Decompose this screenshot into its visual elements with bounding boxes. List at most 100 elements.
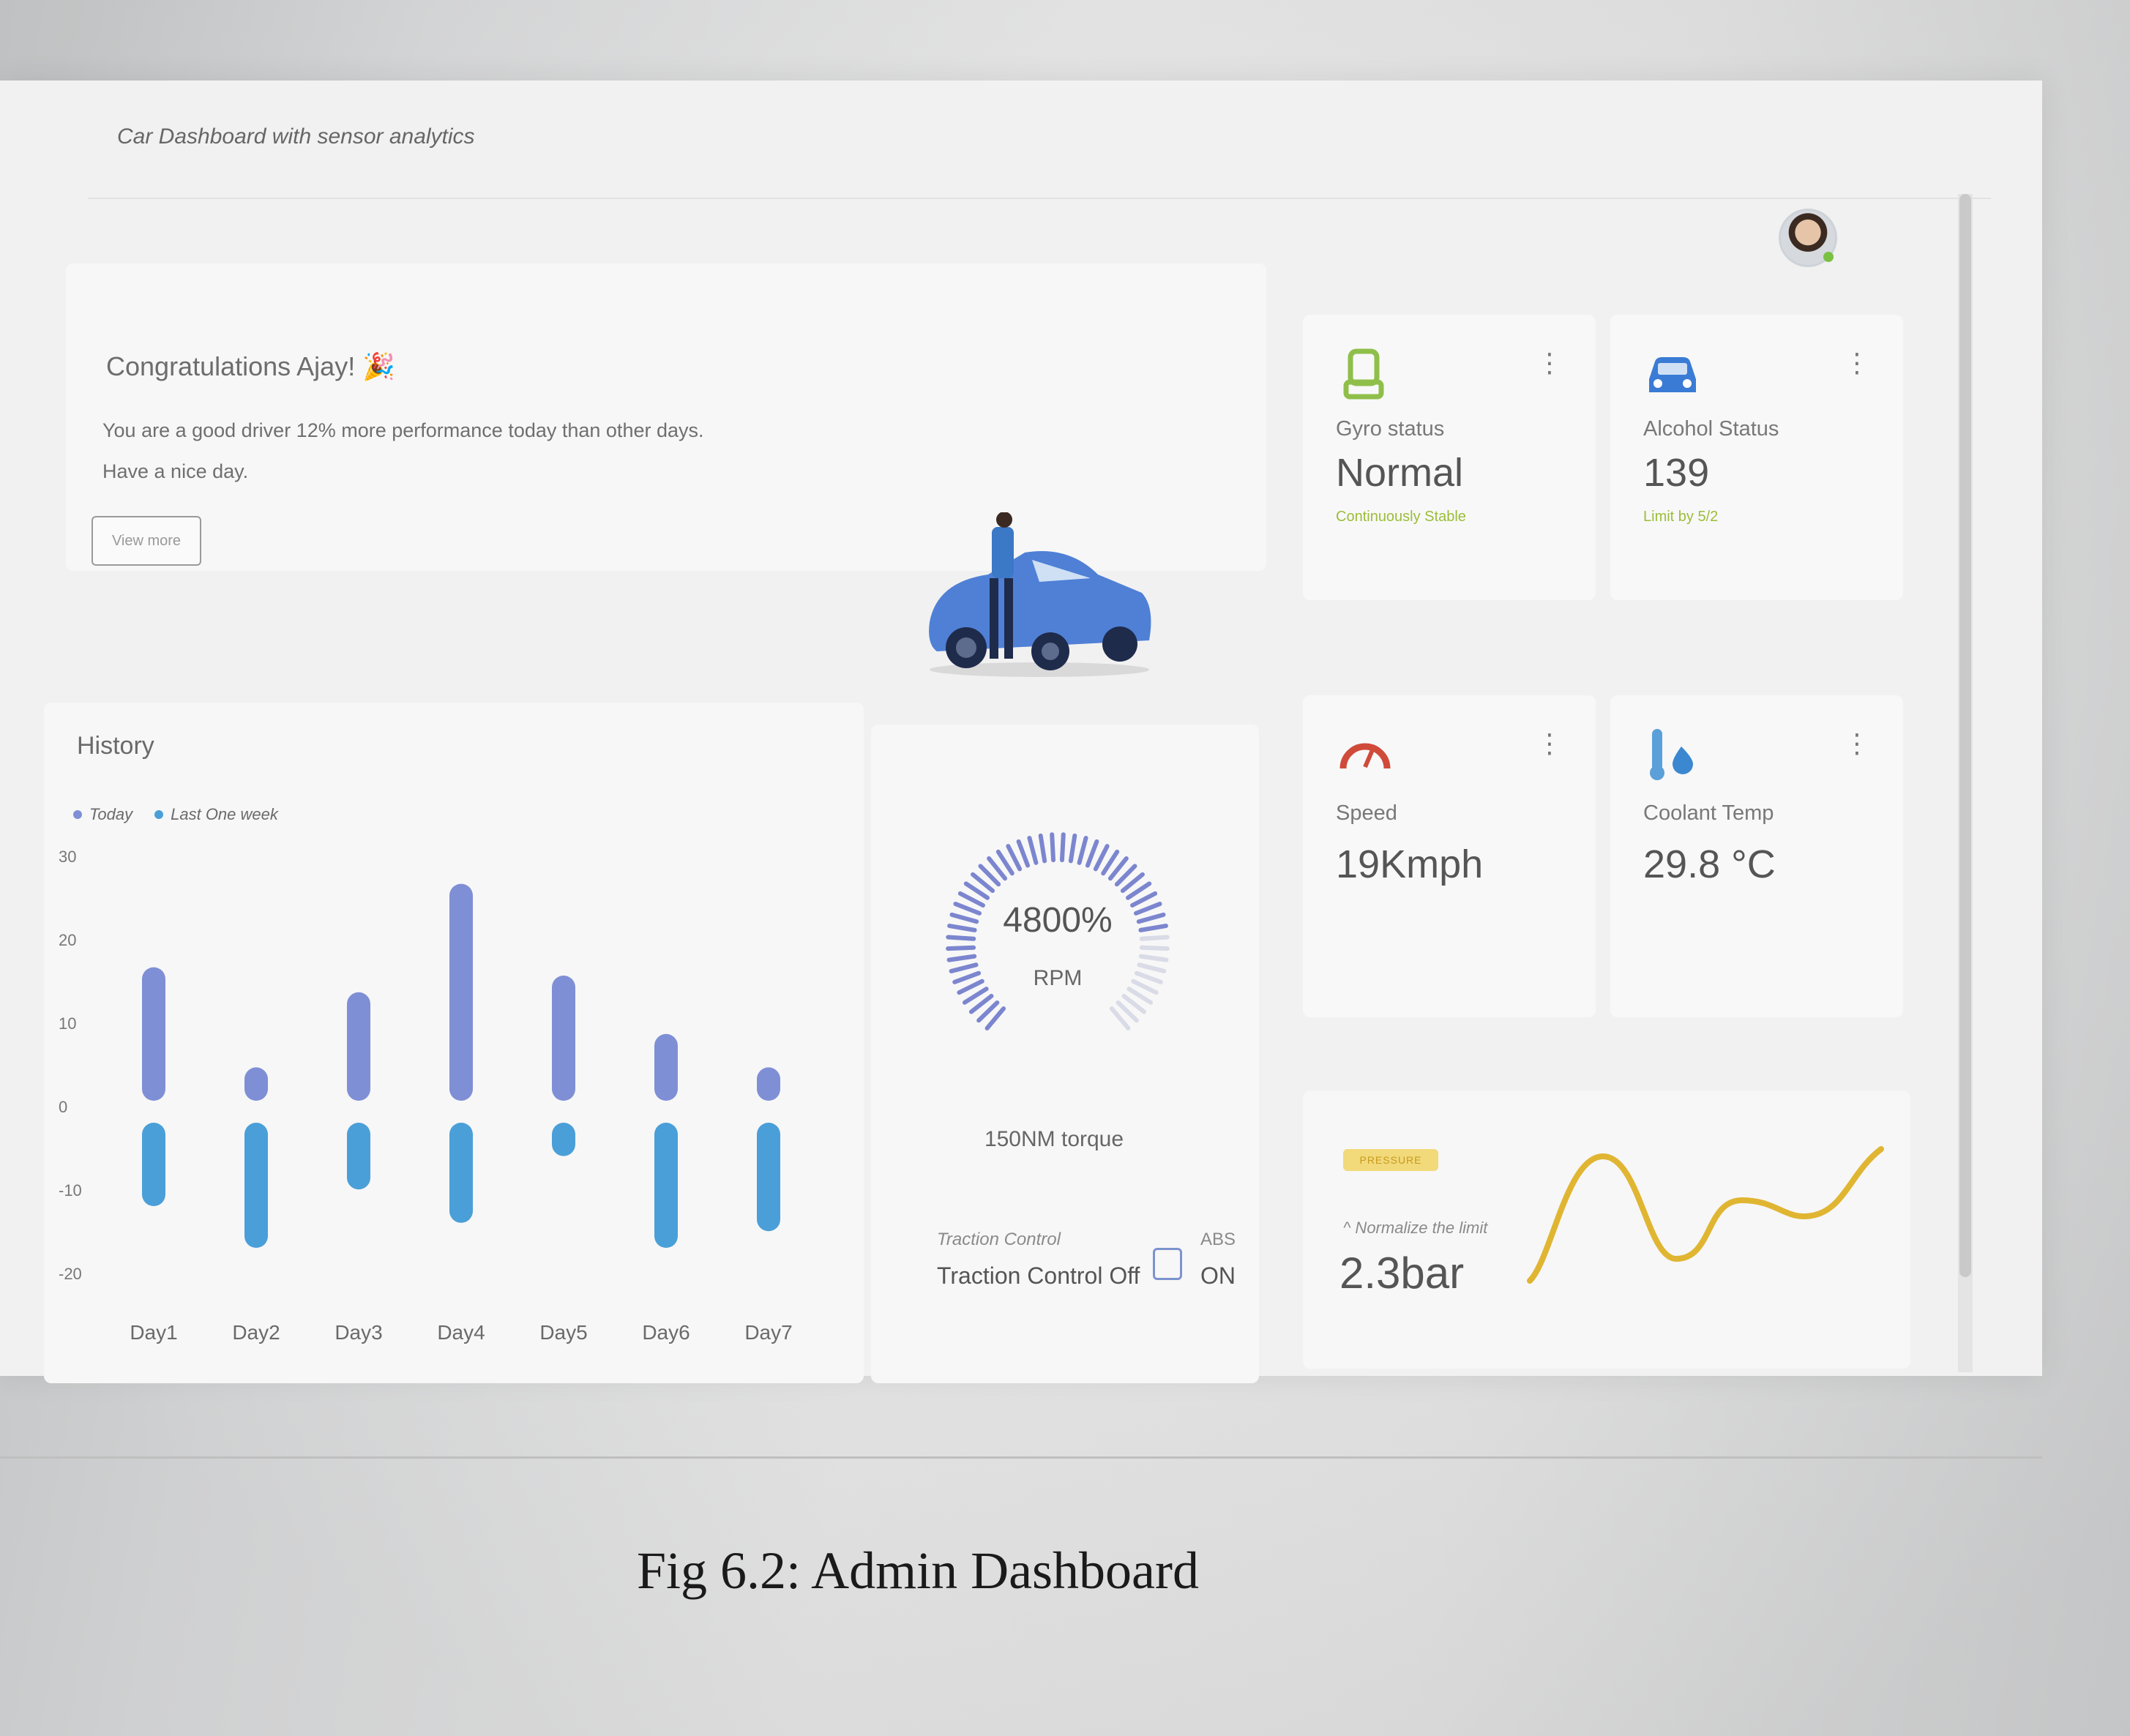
bar-today[interactable]: [142, 967, 165, 1101]
thermometer-icon: [1650, 729, 1693, 780]
bar-today[interactable]: [449, 883, 473, 1101]
coolant-label: Coolant Temp: [1643, 801, 1774, 825]
history-card: History Today Last One week 30 20 10 0 -10 -2…: [44, 703, 864, 1383]
pressure-value: 2.3bar: [1339, 1249, 1465, 1298]
bar-today[interactable]: [347, 992, 370, 1101]
gauge-tick: [1093, 844, 1110, 872]
gauge-tick: [1059, 832, 1066, 863]
gyro-status-card: ⋮ Gyro status Normal Continuously Stable: [1303, 315, 1596, 600]
bar-last-week[interactable]: [142, 1123, 165, 1206]
legend-dot-last-week: [154, 810, 164, 819]
bar-last-week[interactable]: [449, 1123, 473, 1223]
coolant-value: 29.8 °C: [1643, 842, 1776, 886]
bar-last-week[interactable]: [244, 1123, 268, 1248]
gauge-tick: [1077, 836, 1088, 865]
app-title: Car Dashboard with sensor analytics: [117, 124, 475, 149]
alcohol-status-card: ⋮ Alcohol Status 139 Limit by 5/2: [1610, 315, 1903, 600]
speed-value: 19Kmph: [1336, 842, 1484, 886]
bar-last-week[interactable]: [757, 1123, 780, 1232]
x-tick-label: Day2: [232, 1321, 280, 1344]
bar-today[interactable]: [654, 1033, 678, 1101]
history-title: History: [77, 732, 154, 760]
x-tick-label: Day4: [437, 1321, 485, 1344]
figure-caption: Fig 6.2: Admin Dashboard: [637, 1541, 1199, 1600]
online-status-dot: [1823, 252, 1834, 262]
user-avatar[interactable]: [1779, 209, 1837, 267]
speed-menu-icon[interactable]: ⋮: [1536, 728, 1563, 759]
y-tick-label: -10: [59, 1181, 82, 1200]
welcome-message: You are a good driver 12% more performan…: [102, 410, 871, 492]
x-tick-label: Day1: [130, 1321, 177, 1344]
gyro-sub: Continuously Stable: [1336, 509, 1466, 525]
legend-dot-today: [73, 810, 82, 819]
y-tick-label: -20: [59, 1265, 82, 1283]
x-tick-label: Day6: [642, 1321, 690, 1344]
gauge-tick: [1139, 945, 1170, 951]
torque-value: 150NM torque: [984, 1127, 1124, 1151]
alcohol-label: Alcohol Status: [1643, 417, 1779, 441]
legend-item-last-week: Last One week: [154, 805, 278, 824]
gauge-tick: [946, 954, 977, 962]
history-bar-chart: 30 20 10 0 -10 -20 Day1 Day2 Day3 Day4 Day5 Day6 Day…: [59, 848, 793, 1344]
welcome-message-line2: Have a nice day.: [102, 460, 249, 482]
view-more-button[interactable]: View more: [91, 516, 201, 566]
gyro-label: Gyro status: [1336, 417, 1445, 441]
bar-today[interactable]: [244, 1067, 268, 1101]
x-tick-label: Day7: [744, 1321, 792, 1344]
dashboard-screen: Car Dashboard with sensor analytics Cong…: [0, 81, 2042, 1459]
car-icon: [1649, 357, 1696, 392]
legend-label-today: Today: [89, 805, 133, 823]
scrollbar-thumb[interactable]: [1959, 194, 1971, 1277]
speedometer-icon: [1339, 743, 1391, 769]
gauge-tick: [946, 945, 976, 951]
gauge-tick: [1016, 839, 1031, 868]
abs-value: ON: [1200, 1262, 1236, 1289]
rpm-value: 4800%: [1003, 901, 1113, 940]
bar-today[interactable]: [757, 1067, 780, 1101]
screen-bottom-border: [0, 1456, 2042, 1459]
gauge-tick: [1027, 836, 1039, 865]
alcohol-value: 139: [1643, 451, 1710, 495]
pressure-card: PRESSURE ^ Normalize the limit 2.3bar: [1303, 1090, 1910, 1369]
bar-last-week[interactable]: [347, 1123, 370, 1190]
gauge-tick: [1006, 844, 1023, 872]
bar-last-week[interactable]: [552, 1123, 575, 1156]
topbar-divider: [88, 198, 1991, 199]
alcohol-menu-icon[interactable]: ⋮: [1844, 348, 1870, 378]
normalize-limit-text: ^ Normalize the limit: [1343, 1219, 1488, 1237]
coolant-menu-icon[interactable]: ⋮: [1844, 728, 1870, 759]
pressure-sparkline: [1527, 1146, 1884, 1284]
traction-control-value: Traction Control Off: [937, 1262, 1140, 1289]
gauge-tick: [1038, 833, 1047, 864]
alcohol-sub: Limit by 5/2: [1643, 509, 1719, 525]
legend-item-today: Today: [73, 805, 132, 824]
speed-label: Speed: [1336, 801, 1397, 825]
abs-icon: [1153, 1248, 1182, 1280]
legend-label-last-week: Last One week: [171, 805, 278, 823]
scrollbar[interactable]: [1958, 194, 1973, 1372]
coolant-temp-card: ⋮ Coolant Temp 29.8 °C: [1610, 695, 1903, 1017]
y-tick-label: 0: [59, 1098, 67, 1116]
welcome-message-line1: You are a good driver 12% more performan…: [102, 419, 704, 441]
bar-last-week[interactable]: [654, 1123, 678, 1248]
car-illustration: [929, 512, 1151, 677]
y-tick-label: 30: [59, 848, 76, 866]
abs-label: ABS: [1200, 1230, 1236, 1249]
rpm-gauge: [946, 832, 1170, 1030]
gauge-tick: [1050, 832, 1056, 863]
gyro-value: Normal: [1336, 451, 1464, 495]
seat-icon: [1343, 348, 1384, 400]
y-tick-label: 10: [59, 1014, 76, 1033]
x-tick-label: Day5: [539, 1321, 587, 1344]
chart-legend: Today Last One week: [73, 805, 278, 824]
rpm-unit: RPM: [1033, 966, 1083, 990]
x-tick-label: Day3: [335, 1321, 382, 1344]
gauge-tick: [1085, 839, 1099, 868]
speed-card: ⋮ Speed 19Kmph: [1303, 695, 1596, 1017]
y-tick-label: 20: [59, 931, 76, 949]
pressure-badge: PRESSURE: [1343, 1149, 1438, 1171]
traction-control-label: Traction Control: [937, 1230, 1061, 1249]
gauge-tick: [1068, 833, 1077, 864]
bar-today[interactable]: [552, 976, 575, 1101]
gyro-menu-icon[interactable]: ⋮: [1536, 348, 1563, 378]
